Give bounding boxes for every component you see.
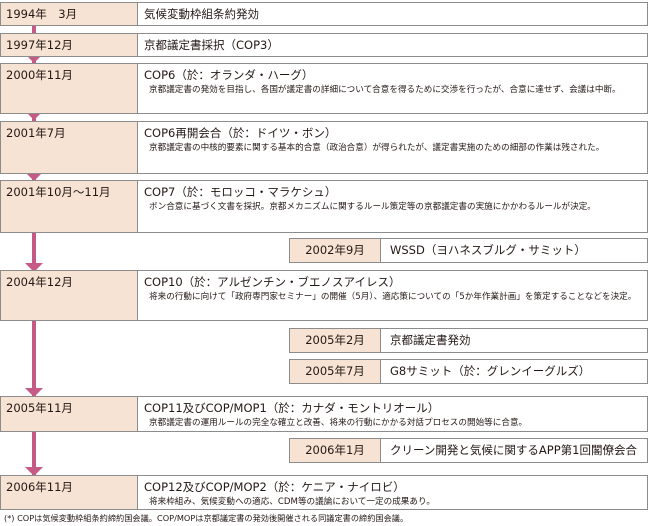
event-date: 2001年7月 <box>1 122 138 173</box>
side-event-date: 2005年7月 <box>290 360 381 383</box>
event-description: 京都議定書の運用ルールの完全な確立と改善、将来の行動にかかる対話プロセスの開始等… <box>149 418 528 428</box>
side-event-title: クリーン開発と気候に関するAPP第1回閣僚会合 <box>390 443 637 457</box>
event-title: COP11及びCOP/MOP1（於：カナダ・モントリオール） <box>144 401 440 415</box>
side-event-title: 京都議定書発効 <box>390 333 471 347</box>
side-event-date: 2002年9月 <box>290 239 381 262</box>
event-title: COP7（於：モロッコ・マラケシュ） <box>144 185 337 199</box>
side-event: 2005年7月 G8サミット（於：グレンイーグルズ） <box>289 359 648 384</box>
side-event-title: G8サミット（於：グレンイーグルズ） <box>390 364 591 378</box>
event-date: 1994年 3月 <box>1 3 138 25</box>
side-event-date: 2006年1月 <box>290 439 381 462</box>
side-event: 2002年9月 WSSD（ヨハネスブルグ・サミット） <box>289 238 648 263</box>
event-date: 2006年11月 <box>1 476 138 509</box>
event-title: COP10（於：アルゼンチン・ブエノスアイレス） <box>144 275 401 289</box>
event-row: 2006年11月 COP12及びCOP/MOP2（於：ケニア・ナイロビ） 将来枠… <box>0 475 648 510</box>
side-event-title: WSSD（ヨハネスブルグ・サミット） <box>390 243 586 257</box>
event-description: ボン合意に基づく文書を採択。京都メカニズムに関するルール策定等の京都議定書の実施… <box>149 202 596 212</box>
event-title: 京都議定書採択（COP3） <box>144 38 279 52</box>
side-event: 2006年1月 クリーン開発と気候に関するAPP第1回閣僚会合 <box>289 438 648 463</box>
event-row: 1997年12月 京都議定書採択（COP3） <box>0 33 648 57</box>
event-row: 2001年7月 COP6再開会合（於：ドイツ・ボン） 京都議定書の中核的要素に関… <box>0 121 648 174</box>
event-date: 2000年11月 <box>1 64 138 113</box>
event-row: 2000年11月 COP6（於：オランダ・ハーグ） 京都議定書の発効を目指し、各… <box>0 63 648 114</box>
event-row: 1994年 3月 気候変動枠組条約発効 <box>0 2 648 26</box>
event-description: 京都議定書の発効を目指し、各国が議定書の詳細について合意を得るために交渉を行った… <box>149 85 621 95</box>
event-description: 将来の行動に向けて「政府専門家セミナー」の開催（5月）、適応策についての「5か年… <box>149 292 637 302</box>
event-description: 京都議定書の中核的要素に関する基本的合意（政治合意）が得られたが、議定書実施のた… <box>149 143 605 153</box>
event-row: 2004年12月 COP10（於：アルゼンチン・ブエノスアイレス） 将来の行動に… <box>0 270 648 321</box>
event-row: 2001年10月～11月 COP7（於：モロッコ・マラケシュ） ボン合意に基づく… <box>0 180 648 233</box>
side-event-date: 2005年2月 <box>290 329 381 352</box>
event-row: 2005年11月 COP11及びCOP/MOP1（於：カナダ・モントリオール） … <box>0 396 648 432</box>
event-date: 1997年12月 <box>1 34 138 56</box>
event-date: 2004年12月 <box>1 271 138 320</box>
event-title: COP6再開会合（於：ドイツ・ボン） <box>144 126 337 140</box>
event-date: 2005年11月 <box>1 397 138 431</box>
event-title: COP12及びCOP/MOP2（於：ケニア・ナイロビ） <box>144 480 405 494</box>
event-title: COP6（於：オランダ・ハーグ） <box>144 68 314 82</box>
side-event: 2005年2月 京都議定書発効 <box>289 328 648 353</box>
event-date: 2001年10月～11月 <box>1 181 138 232</box>
event-title: 気候変動枠組条約発効 <box>144 7 259 21</box>
event-description: 将来枠組み、気候変動への適応、CDM等の議論において一定の成果あり。 <box>149 497 436 507</box>
footnote: (*) COPは気候変動枠組条約締約国会議。COP/MOPは京都議定書の発効後開… <box>4 513 409 523</box>
